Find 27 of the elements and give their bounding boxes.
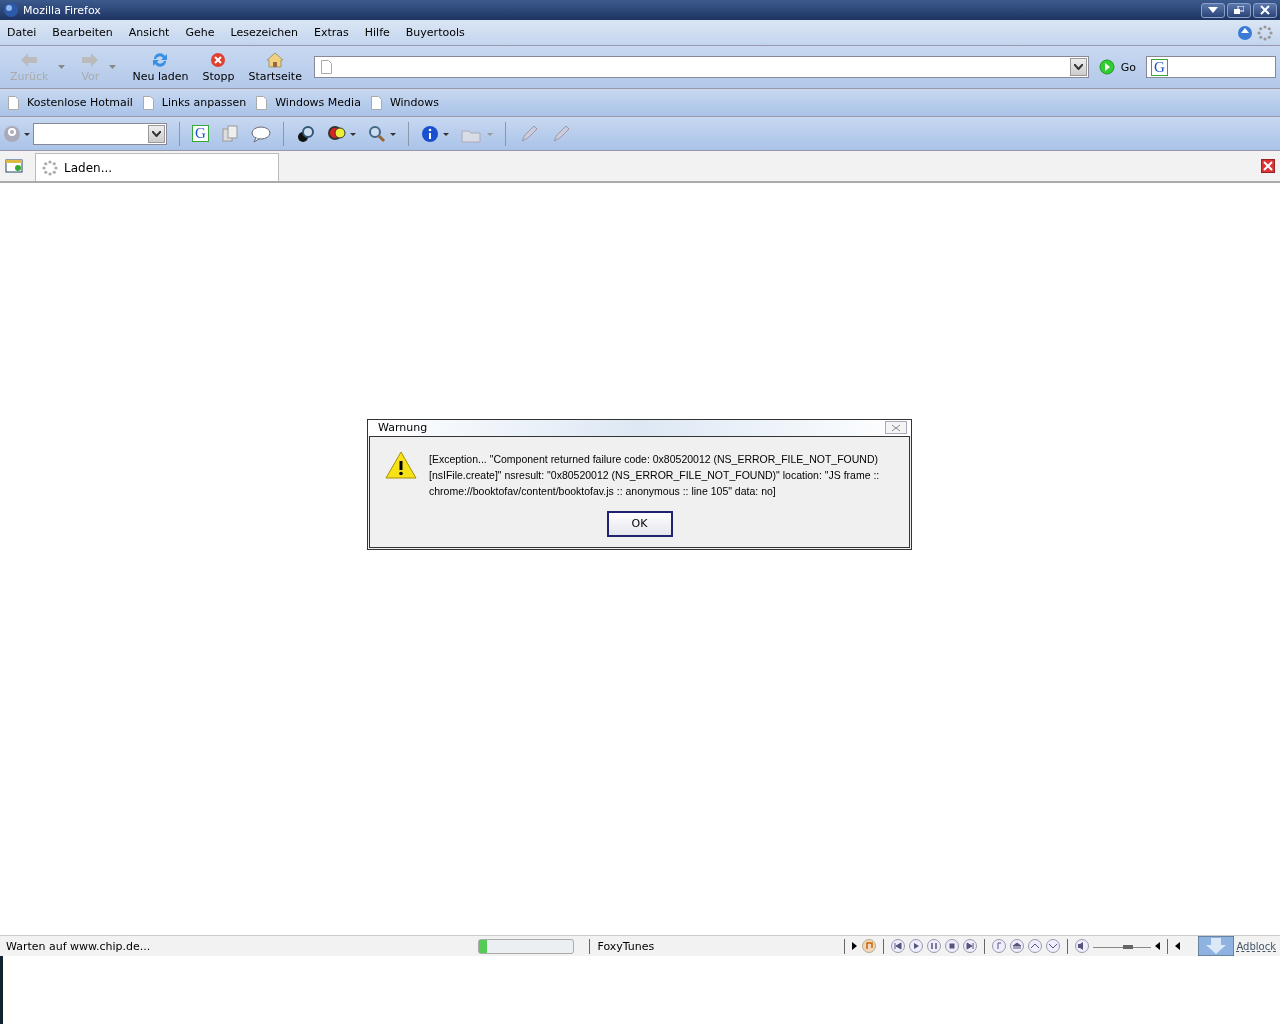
menu-item[interactable]: Buyertools: [405, 26, 465, 39]
menu-item[interactable]: Gehe: [185, 26, 215, 39]
search-button[interactable]: G: [192, 125, 209, 142]
menu-item[interactable]: Hilfe: [364, 26, 390, 39]
menu-item[interactable]: Extras: [314, 26, 349, 39]
bookmark-item[interactable]: Links anpassen: [142, 95, 247, 110]
bookmark-item[interactable]: Windows Media: [256, 95, 361, 110]
browser-tab[interactable]: Laden...: [35, 153, 279, 181]
menu-item[interactable]: Ansicht: [128, 26, 170, 39]
home-button[interactable]: Startseite: [242, 51, 308, 83]
error-message: [Exception... "Component returned failure code: 0x80520012 (NS_ERROR_FILE_NOT_FOUND) [nsIFile.create]" nsresult: "0x80520012 (NS_ERROR_FILE_NOT_FOUND)" location: "JS frame :: chrome://booktofav/content/booktofav.js :: anonymous :: line 105" data: no]: [429, 451, 881, 499]
status-text: Warten auf www.chip.de...: [6, 939, 151, 953]
go-button[interactable]: Go: [1098, 59, 1136, 75]
bookmark-item[interactable]: Kostenlose Hotmail: [8, 95, 133, 110]
stop-button[interactable]: Stopp: [196, 51, 241, 83]
ok-button[interactable]: OK: [606, 510, 673, 537]
menu-item[interactable]: Bearbeiten: [52, 26, 113, 39]
window-title: Mozilla Firefox: [23, 3, 101, 17]
menu-item[interactable]: Datei: [7, 26, 37, 39]
adblock-label[interactable]: Adblock: [1236, 940, 1276, 952]
dialog-title: Warnung: [378, 421, 428, 434]
search-engine-button[interactable]: G: [1151, 58, 1168, 76]
bookmark-item[interactable]: Windows: [370, 95, 439, 110]
menu-item[interactable]: Lesezeichen: [230, 26, 298, 39]
player-label: FoxyTunes: [597, 939, 656, 953]
search-field[interactable]: G: [1146, 56, 1276, 78]
reload-button[interactable]: Neu laden: [126, 51, 195, 83]
